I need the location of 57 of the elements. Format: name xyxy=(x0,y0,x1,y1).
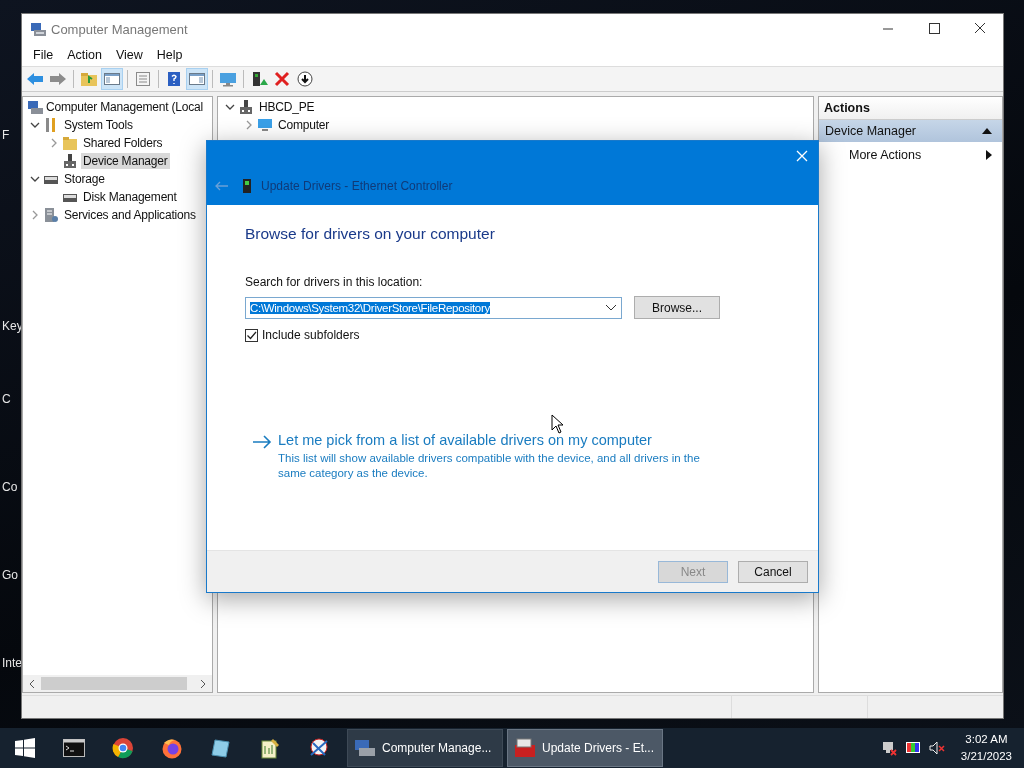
checkbox[interactable] xyxy=(245,328,258,342)
field-label: Search for drivers in this location: xyxy=(245,275,424,289)
tree-item[interactable]: Disk Management xyxy=(81,189,179,205)
desktop-icon-label[interactable]: Go xyxy=(2,568,18,582)
display-icon[interactable] xyxy=(904,740,921,756)
menu-item[interactable]: Action xyxy=(60,46,109,64)
driver-list-link[interactable]: Let me pick from a list of available drivers on my computer xyxy=(278,432,728,448)
submenu-arrow-icon xyxy=(986,150,992,160)
collapse-triangle-icon xyxy=(982,127,992,135)
menu-item[interactable]: View xyxy=(108,46,150,64)
browse-button[interactable]: Browse... xyxy=(634,296,720,319)
network-disconnected-icon[interactable] xyxy=(880,740,897,756)
tree-item[interactable]: Services and Applications xyxy=(62,207,198,223)
tree-item[interactable]: Computer Management (Local xyxy=(44,99,205,115)
desktop-icon-label[interactable]: Co xyxy=(2,480,18,494)
download-icon[interactable] xyxy=(294,68,316,90)
menu-item[interactable]: Help xyxy=(149,46,190,64)
device-icon xyxy=(62,153,78,169)
window-title: Computer Management xyxy=(51,21,189,37)
desktop-icon-label[interactable]: Inte xyxy=(2,656,22,670)
checkbox-label[interactable]: Include subfolders xyxy=(262,328,360,342)
tree-item[interactable]: Storage xyxy=(62,171,107,187)
mouse-cursor-icon xyxy=(551,414,563,434)
speaker-muted-icon[interactable] xyxy=(928,740,945,756)
link-description: This list will show available drivers compatible with the device, and all drivers in the same category as the device. xyxy=(278,451,701,481)
dialog-heading: Browse for drivers on your computer xyxy=(245,225,496,243)
pane-icon[interactable] xyxy=(186,68,208,90)
tree-item[interactable]: Device Manager xyxy=(81,153,170,169)
pane-icon[interactable] xyxy=(101,68,123,90)
tree-item[interactable]: Computer xyxy=(276,117,332,133)
clock[interactable]: 3:02 AM 3/21/2023 xyxy=(960,731,1012,765)
actions-section-header[interactable]: Device Manager xyxy=(819,120,1002,142)
tree-item[interactable]: System Tools xyxy=(62,117,135,133)
network-adapter-icon xyxy=(243,179,251,193)
dropdown-chevron-icon[interactable] xyxy=(606,304,616,311)
desktop-icon-label[interactable]: C xyxy=(2,392,11,406)
tree-item[interactable]: HBCD_PE xyxy=(257,99,317,115)
action-item[interactable]: More Actions xyxy=(819,142,1002,166)
dialog-button[interactable]: Cancel xyxy=(738,560,808,583)
horizontal-scrollbar[interactable] xyxy=(23,675,212,692)
computer-management-icon xyxy=(27,99,43,115)
computer-management-icon xyxy=(30,21,46,37)
menu-item[interactable]: File xyxy=(26,46,61,64)
server-icon xyxy=(43,207,59,223)
device-icon xyxy=(238,99,254,115)
tree-item[interactable]: Shared Folders xyxy=(81,135,165,151)
taskbar-button[interactable]: Computer Manage... xyxy=(347,729,503,767)
dialog-title: Update Drivers - Ethernet Controller xyxy=(261,179,453,193)
toolbox-icon xyxy=(514,738,536,758)
desktop-icon-label[interactable]: F xyxy=(2,128,10,142)
location-combo-box[interactable]: C:\Windows\System32\DriverStore\FileRepository xyxy=(245,296,622,319)
computer-management-icon xyxy=(354,738,376,758)
right-arrow-icon xyxy=(252,435,272,449)
monitor-icon xyxy=(257,117,273,133)
taskbar-button[interactable]: Update Drivers - Et... xyxy=(507,729,663,767)
folder-icon xyxy=(62,135,78,151)
close-icon[interactable] xyxy=(796,150,808,162)
